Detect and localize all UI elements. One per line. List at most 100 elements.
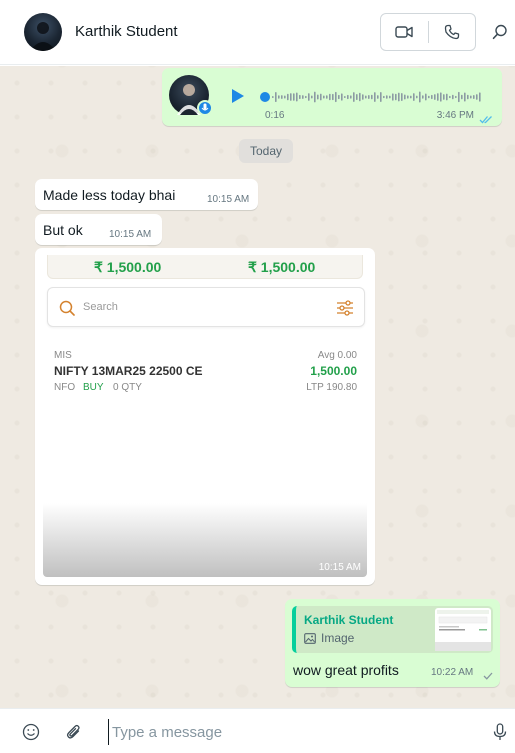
voice-message-bubble[interactable]: 0:16 3:46 PM (162, 68, 502, 126)
waveform-bar (284, 95, 286, 99)
waveform-bar (362, 94, 364, 100)
waveform-bar (410, 95, 412, 99)
waveform-bar (455, 95, 457, 99)
pnl-summary-card: ₹ 1,500.00 ₹ 1,500.00 (47, 255, 363, 279)
position-pnl: 1,500.00 (310, 364, 357, 378)
waveform-bar (335, 91, 337, 103)
filter-icon (337, 300, 353, 316)
message-text: wow great profits (293, 662, 399, 678)
waveform-bar (479, 92, 481, 102)
waveform-bar (380, 92, 382, 102)
message-input[interactable] (108, 719, 478, 745)
waveform-bar (287, 93, 289, 101)
waveform-bar (350, 95, 352, 99)
double-check-icon (479, 111, 493, 129)
waveform-bar (353, 92, 355, 102)
message-list[interactable]: 0:16 3:46 PM Today Made less today bhai … (0, 66, 515, 708)
call-buttons (380, 13, 476, 51)
waveform-bar (440, 92, 442, 102)
quoted-sender: Karthik Student (304, 613, 394, 627)
waveform-bar (323, 95, 325, 99)
video-call-button[interactable] (381, 14, 428, 50)
search-button[interactable] (489, 21, 511, 43)
outgoing-reply-message[interactable]: Karthik Student Image wow great profits … (285, 599, 500, 687)
emoji-icon (22, 723, 40, 741)
contact-avatar[interactable] (24, 13, 62, 51)
waveform-bar (431, 94, 433, 100)
shared-image[interactable]: ₹ 1,500.00 ₹ 1,500.00 Search MIS Avg 0.0… (43, 255, 367, 577)
paperclip-icon (66, 724, 80, 739)
waveform-bar (449, 95, 451, 99)
waveform[interactable] (272, 90, 482, 104)
message-text: But ok (43, 222, 83, 238)
date-separator: Today (239, 139, 293, 163)
message-time: 10:15 AM (109, 229, 152, 240)
waveform-bar (374, 92, 376, 102)
waveform-bar (278, 95, 280, 99)
phone-icon (444, 24, 459, 40)
waveform-bar (416, 95, 418, 99)
play-icon (232, 89, 244, 103)
waveform-bar (389, 95, 391, 99)
side-label: BUY (83, 382, 104, 393)
incoming-message[interactable]: But ok 10:15 AM (35, 214, 162, 245)
waveform-bar (434, 94, 436, 100)
waveform-bar (341, 93, 343, 101)
waveform-bar (296, 92, 298, 102)
waveform-bar (356, 93, 358, 101)
waveform-bar (413, 93, 415, 101)
attach-button[interactable] (64, 722, 84, 742)
contact-name[interactable]: Karthik Student (75, 23, 178, 40)
waveform-bar (437, 93, 439, 101)
waveform-bar (407, 95, 409, 99)
avg-label: Avg 0.00 (317, 350, 357, 361)
voice-call-button[interactable] (429, 14, 476, 50)
exchange-label: NFO (54, 382, 76, 393)
quoted-type: Image (321, 631, 355, 645)
waveform-bar (338, 94, 340, 100)
waveform-bar (383, 95, 385, 99)
waveform-bar (446, 93, 448, 101)
message-time: 3:46 PM (436, 110, 474, 121)
search-icon (59, 300, 75, 316)
waveform-bar (398, 92, 400, 102)
symbol-name: NIFTY 13MAR25 22500 CE (54, 364, 203, 378)
waveform-bar (359, 92, 361, 102)
waveform-bar (422, 95, 424, 99)
incoming-message[interactable]: Made less today bhai 10:15 AM (35, 179, 258, 210)
waveform-bar (326, 95, 328, 99)
waveform-bar (401, 93, 403, 101)
quoted-thumbnail (435, 608, 491, 651)
waveform-bar (368, 95, 370, 99)
amount-right: ₹ 1,500.00 (248, 259, 316, 275)
waveform-bar (365, 95, 367, 99)
message-time: 10:22 AM (431, 667, 474, 678)
seek-handle[interactable] (260, 92, 270, 102)
waveform-bar (461, 94, 463, 100)
voice-record-button[interactable] (490, 722, 510, 742)
video-icon (395, 26, 413, 38)
waveform-bar (386, 95, 388, 99)
mic-badge-icon (197, 100, 213, 116)
incoming-image-message[interactable]: ₹ 1,500.00 ₹ 1,500.00 Search MIS Avg 0.0… (35, 248, 375, 585)
waveform-bar (320, 93, 322, 101)
waveform-bar (425, 93, 427, 101)
message-time: 10:15 AM (207, 194, 250, 205)
waveform-bar (302, 95, 304, 99)
play-button[interactable] (228, 86, 246, 106)
waveform-bar (293, 93, 295, 101)
waveform-bar (473, 95, 475, 99)
quoted-message[interactable]: Karthik Student Image (292, 606, 493, 653)
screenshot-searchbar: Search (47, 287, 365, 327)
waveform-bar (467, 94, 469, 100)
waveform-bar (377, 95, 379, 99)
waveform-bar (476, 94, 478, 100)
waveform-bar (404, 94, 406, 100)
waveform-bar (419, 91, 421, 103)
message-text: Made less today bhai (43, 187, 176, 203)
amount-left: ₹ 1,500.00 (94, 259, 162, 275)
waveform-bar (290, 93, 292, 101)
search-icon (492, 24, 507, 40)
emoji-button[interactable] (21, 722, 41, 742)
check-icon (483, 667, 493, 685)
